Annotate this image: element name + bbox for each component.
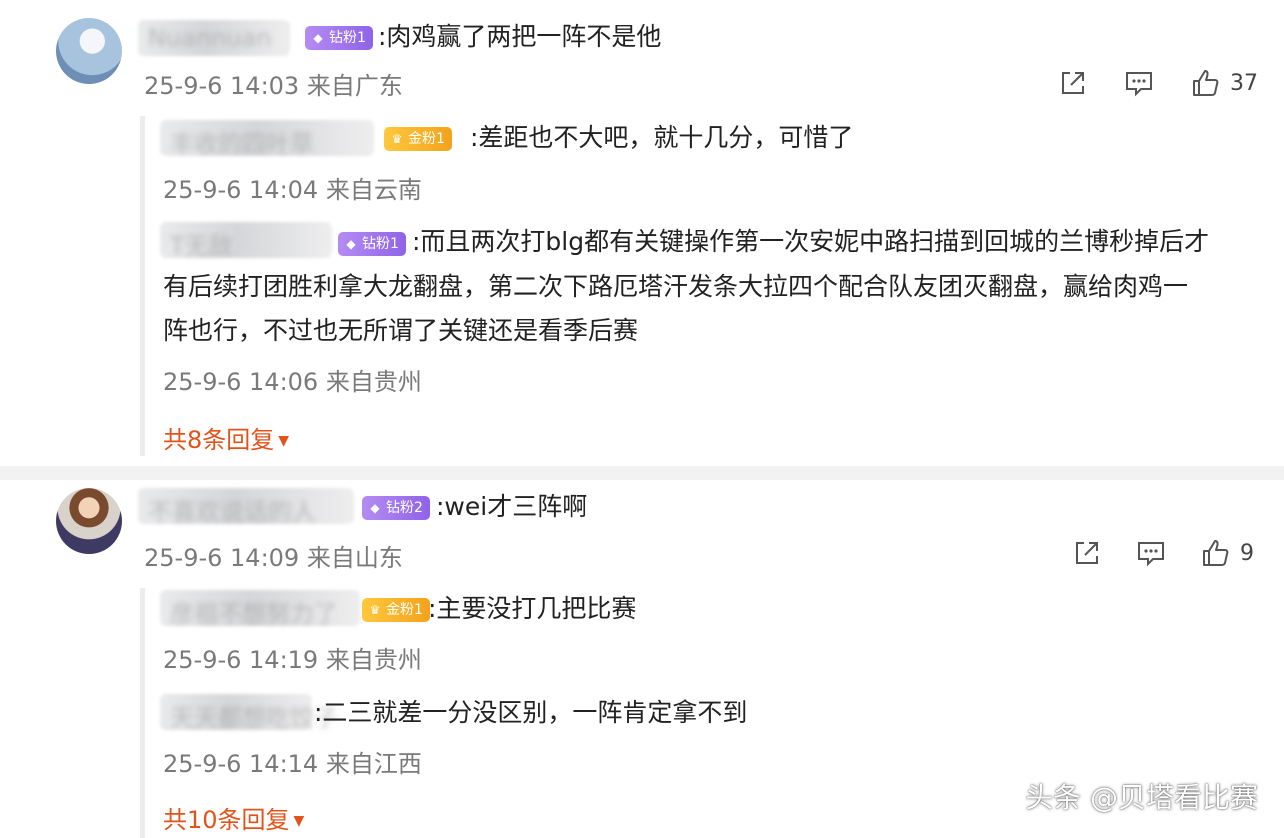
fan-badge: ◆ 钻粉1 bbox=[305, 26, 373, 50]
comment-feed: Nuannuan ◆ 钻粉1 :肉鸡赢了两把一阵不是他 25-9-6 14:03… bbox=[0, 0, 1284, 838]
username-blurred[interactable]: 天天都想吃饺子 bbox=[160, 694, 338, 732]
caret-down-icon: ▼ bbox=[293, 813, 305, 829]
reply-text: :二三就差一分没区别，一阵肯定拿不到 bbox=[314, 698, 748, 727]
caret-down-icon: ▼ bbox=[278, 433, 290, 449]
fan-badge: ♛ 金粉1 bbox=[384, 127, 452, 151]
like-icon[interactable] bbox=[1190, 68, 1220, 98]
crown-icon: ♛ bbox=[369, 603, 381, 617]
comment-text: :wei才三阵啊 bbox=[436, 492, 588, 521]
like-count: 37 bbox=[1230, 70, 1258, 96]
comment-meta: 25-9-6 14:09 来自山东 bbox=[144, 544, 403, 572]
more-replies-link[interactable]: 共10条回复 ▼ bbox=[163, 800, 304, 835]
diamond-icon: ◆ bbox=[313, 31, 323, 45]
divider bbox=[0, 466, 1284, 480]
avatar[interactable] bbox=[56, 488, 122, 554]
comment-actions: 9 bbox=[1072, 536, 1254, 570]
share-icon[interactable] bbox=[1058, 68, 1088, 98]
comment-text: :肉鸡赢了两把一阵不是他 bbox=[378, 22, 662, 51]
reply-text-line: 有后续打团胜利拿大龙翻盘，第二次下路厄塔汗发条大拉四个配合队友团灭翻盘，赢给肉鸡… bbox=[163, 272, 1189, 301]
comment-actions: 37 bbox=[1058, 66, 1258, 100]
username-blurred[interactable]: Nuannuan bbox=[138, 20, 290, 56]
diamond-icon: ◆ bbox=[346, 237, 356, 251]
comment-meta: 25-9-6 14:03 来自广东 bbox=[144, 72, 403, 100]
reply-meta: 25-9-6 14:19 来自贵州 bbox=[163, 646, 422, 674]
reply-meta: 25-9-6 14:04 来自云南 bbox=[163, 176, 422, 204]
username-blurred[interactable]: T无敌 bbox=[160, 222, 332, 260]
fan-badge: ♛ 金粉1 bbox=[362, 598, 430, 622]
reply-text: :主要没打几把比赛 bbox=[428, 594, 637, 623]
reply-meta: 25-9-6 14:14 来自江西 bbox=[163, 750, 422, 778]
watermark: 头条 @贝塔看比赛 bbox=[1025, 781, 1258, 814]
crown-icon: ♛ bbox=[391, 132, 403, 146]
fan-badge: ◆ 钻粉2 bbox=[362, 496, 430, 520]
share-icon[interactable] bbox=[1072, 538, 1102, 568]
more-replies-label: 共10条回复 bbox=[163, 806, 290, 834]
reply-text-line: :而且两次打blg都有关键操作第一次安妮中路扫描到回城的兰博秒掉后才 bbox=[412, 227, 1210, 256]
reply-meta: 25-9-6 14:06 来自贵州 bbox=[163, 368, 422, 396]
username-blurred[interactable]: 彦祖不想努力了 bbox=[160, 590, 360, 628]
username-blurred[interactable]: 不喜欢说话的人 bbox=[138, 488, 354, 526]
username-blurred[interactable]: 丰收的四叶草 bbox=[160, 120, 374, 158]
more-replies-label: 共8条回复 bbox=[163, 426, 275, 454]
avatar[interactable] bbox=[56, 18, 122, 84]
like-icon[interactable] bbox=[1200, 538, 1230, 568]
comment-icon[interactable] bbox=[1124, 68, 1154, 98]
fan-badge: ◆ 钻粉1 bbox=[338, 232, 406, 256]
diamond-icon: ◆ bbox=[370, 501, 380, 515]
reply-text: :差距也不大吧，就十几分，可惜了 bbox=[470, 123, 854, 152]
comment-icon[interactable] bbox=[1136, 538, 1166, 568]
like-count: 9 bbox=[1240, 540, 1254, 566]
more-replies-link[interactable]: 共8条回复 ▼ bbox=[163, 420, 289, 455]
reply-text-line: 阵也行，不过也无所谓了关键还是看季后赛 bbox=[163, 316, 639, 345]
